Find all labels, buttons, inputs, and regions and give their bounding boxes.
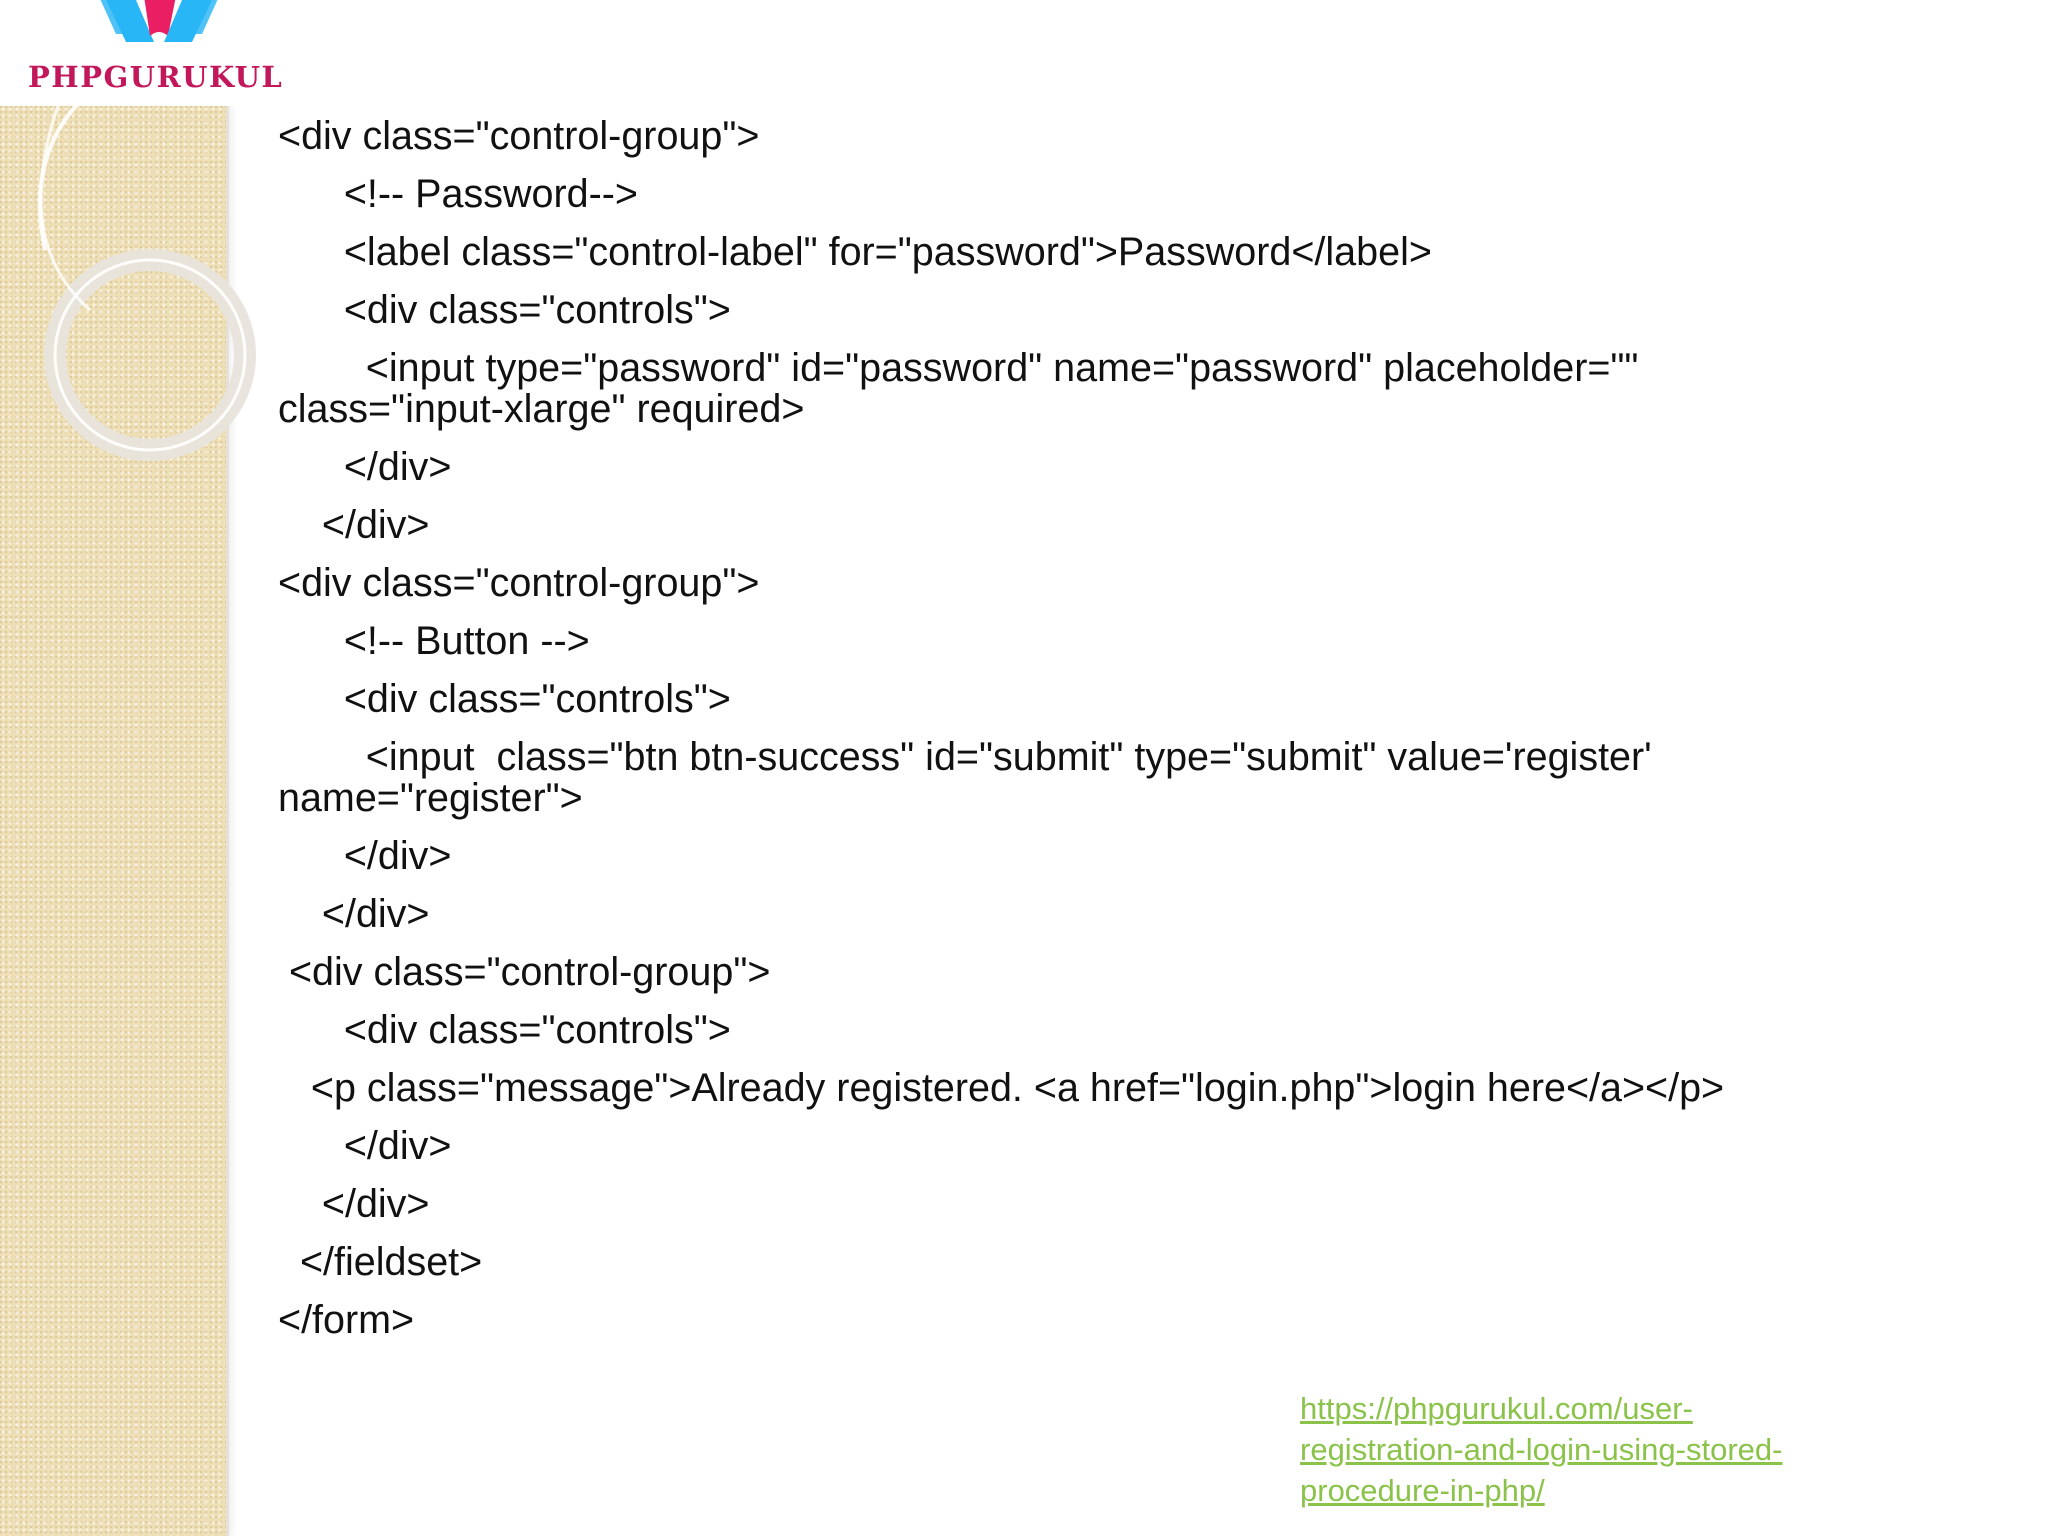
- code-line: <!-- Password-->: [278, 172, 638, 216]
- source-link[interactable]: https://phpgurukul.com/user- registratio…: [1300, 1388, 1860, 1511]
- code-line: <input class="btn btn-success" id="submi…: [278, 735, 1652, 779]
- code-line: <div class="control-group">: [278, 561, 760, 605]
- logo: PHPGURUKUL: [0, 0, 290, 106]
- book-logo-icon: [100, 0, 218, 42]
- source-link-line[interactable]: https://phpgurukul.com/user-: [1300, 1391, 1693, 1426]
- code-line: <div class="control-group">: [278, 950, 771, 994]
- decorative-sidebar: [0, 106, 229, 1536]
- source-link-line[interactable]: registration-and-login-using-stored-: [1300, 1432, 1782, 1467]
- code-line: <div class="controls">: [278, 677, 731, 721]
- code-block: <div class="control-group"> <!-- Passwor…: [278, 116, 1978, 1358]
- code-line: </div>: [278, 503, 430, 547]
- code-line: </div>: [278, 1182, 430, 1226]
- code-line: </fieldset>: [278, 1240, 483, 1284]
- logo-text: PHPGURUKUL: [28, 60, 284, 94]
- code-line: class="input-xlarge" required>: [278, 387, 805, 431]
- code-line: <div class="controls">: [278, 288, 731, 332]
- code-line: <input type="password" id="password" nam…: [278, 346, 1639, 390]
- code-line: <div class="controls">: [278, 1008, 731, 1052]
- code-line: </form>: [278, 1298, 415, 1342]
- code-line: </div>: [278, 892, 430, 936]
- code-line: name="register">: [278, 776, 583, 820]
- code-line: </div>: [278, 834, 452, 878]
- source-link-line[interactable]: procedure-in-php/: [1300, 1473, 1545, 1508]
- slide: PHPGURUKUL <div class="control-group"> <…: [0, 0, 2048, 1536]
- code-line: </div>: [278, 445, 452, 489]
- code-line: <div class="control-group">: [278, 114, 760, 158]
- code-line: </div>: [278, 1124, 452, 1168]
- code-line: <!-- Button -->: [278, 619, 590, 663]
- code-line: <p class="message">Already registered. <…: [278, 1066, 1725, 1110]
- code-line: <label class="control-label" for="passwo…: [278, 230, 1432, 274]
